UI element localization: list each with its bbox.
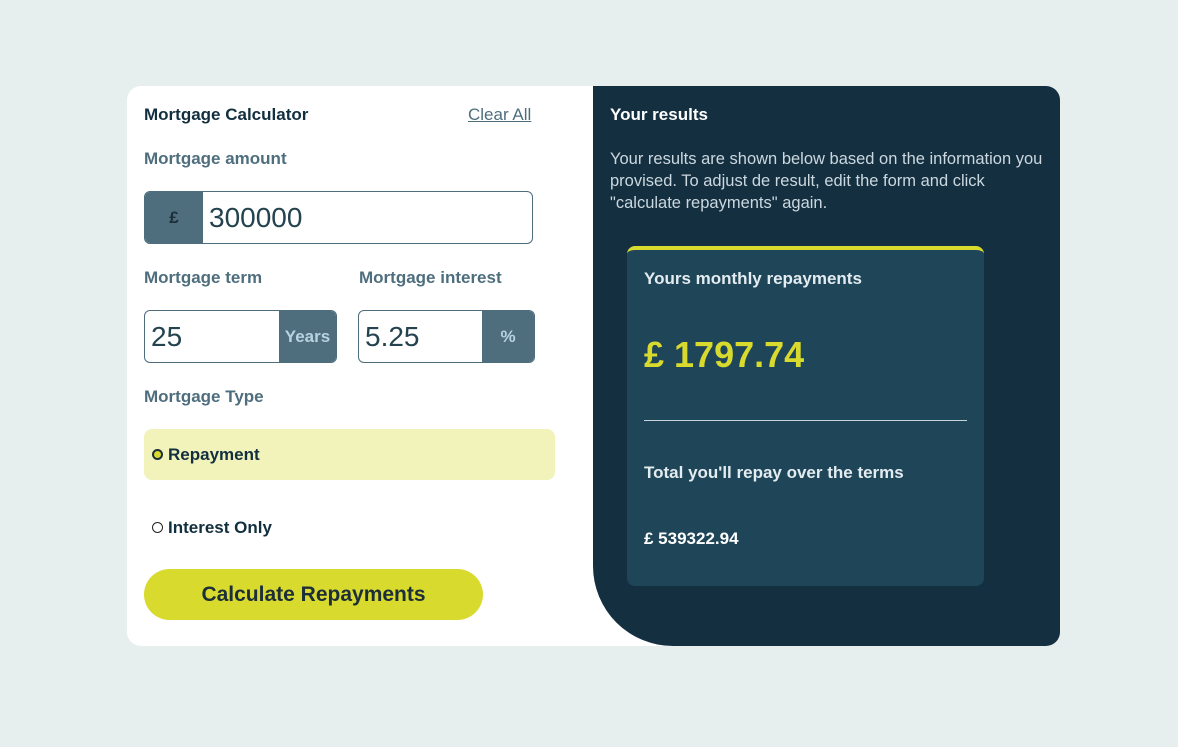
mortgage-term-group: 25 Years [144, 310, 337, 363]
years-suffix: Years [279, 311, 336, 362]
results-divider [644, 420, 967, 421]
results-panel: Your results Your results are shown belo… [593, 86, 1060, 646]
results-summary-box: Yours monthly repayments £ 1797.74 Total… [627, 246, 984, 586]
mortgage-interest-group: 5.25 % [358, 310, 535, 363]
calculate-repayments-button[interactable]: Calculate Repayments [144, 569, 483, 620]
monthly-repayments-label: Yours monthly repayments [644, 269, 862, 288]
mortgage-term-label: Mortgage term [144, 268, 263, 287]
mortgage-term-input[interactable]: 25 [145, 311, 279, 362]
calculator-form: Mortgage Calculator Clear All Mortgage a… [127, 86, 593, 646]
mortgage-amount-group: £ 300000 [144, 191, 533, 244]
total-repay-label: Total you'll repay over the terms [644, 463, 904, 482]
radio-label-repayment: Repayment [168, 444, 260, 464]
form-title: Mortgage Calculator [144, 105, 309, 124]
results-description: Your results are shown below based on th… [610, 150, 1043, 212]
mortgage-amount-input[interactable]: 300000 [203, 192, 532, 243]
mortgage-type-label: Mortgage Type [144, 387, 264, 406]
mortgage-interest-label: Mortgage interest [359, 268, 502, 287]
radio-label-interest-only: Interest Only [168, 517, 272, 537]
clear-all-link[interactable]: Clear All [468, 105, 531, 125]
monthly-repayments-value: £ 1797.74 [644, 334, 805, 375]
pound-prefix: £ [145, 192, 203, 243]
radio-option-interest-only[interactable]: Interest Only [144, 502, 555, 553]
radio-option-repayment[interactable]: Repayment [144, 429, 555, 480]
mortgage-amount-label: Mortgage amount [144, 149, 287, 168]
results-title: Your results [610, 105, 708, 124]
mortgage-calculator-card: Mortgage Calculator Clear All Mortgage a… [127, 86, 1060, 646]
radio-selected-icon[interactable] [152, 449, 163, 460]
mortgage-interest-input[interactable]: 5.25 [359, 311, 482, 362]
radio-unselected-icon[interactable] [152, 522, 163, 533]
percent-suffix: % [482, 311, 534, 362]
total-repay-value: £ 539322.94 [644, 529, 739, 548]
